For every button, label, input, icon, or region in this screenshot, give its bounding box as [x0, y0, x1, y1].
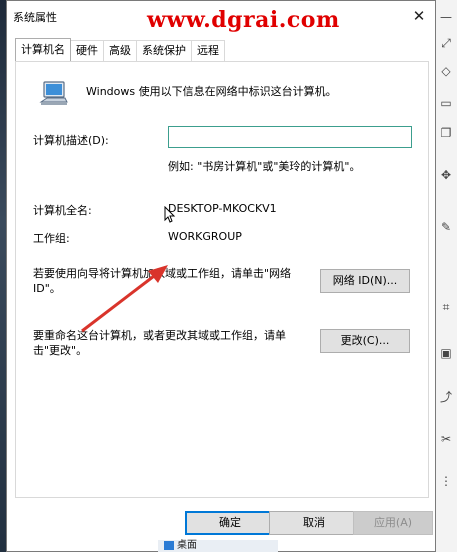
tab-hardware[interactable]: 硬件	[70, 40, 104, 61]
pin-icon[interactable]: ◇	[439, 64, 453, 78]
full-name-label: 计算机全名:	[33, 204, 92, 217]
crop-icon[interactable]: ⌗	[439, 300, 453, 314]
tab-advanced[interactable]: 高级	[103, 40, 137, 61]
window-title: 系统属性	[13, 11, 57, 24]
desktop-icon	[164, 541, 174, 550]
computer-name-panel: Windows 使用以下信息在网络中标识这台计算机。 计算机描述(D): 例如:…	[15, 61, 429, 498]
move-icon[interactable]: ✥	[439, 168, 453, 182]
full-name-value: DESKTOP-MKOCKV1	[168, 202, 277, 215]
minimize-icon[interactable]: —	[439, 10, 453, 24]
description-example: 例如: "书房计算机"或"美玲的计算机"。	[168, 160, 361, 173]
expand-icon[interactable]: ⤢	[439, 36, 453, 50]
lock-icon[interactable]: ▣	[439, 346, 453, 360]
workgroup-label: 工作组:	[33, 232, 70, 245]
network-id-button[interactable]: 网络 ID(N)...	[320, 269, 410, 293]
copy-icon[interactable]: ❐	[439, 126, 453, 140]
mouse-cursor-icon	[164, 206, 176, 223]
cancel-button[interactable]: 取消	[269, 511, 359, 535]
cut-icon[interactable]: ✂	[439, 432, 453, 446]
tab-system-protection[interactable]: 系统保护	[136, 40, 192, 61]
intro-text: Windows 使用以下信息在网络中标识这台计算机。	[86, 85, 337, 98]
more-icon[interactable]: ⋮	[439, 474, 453, 488]
workgroup-value: WORKGROUP	[168, 230, 242, 243]
taskbar-label: 桌面	[177, 540, 197, 551]
tab-remote[interactable]: 远程	[191, 40, 225, 61]
description-label: 计算机描述(D):	[33, 134, 109, 147]
computer-description-input[interactable]	[168, 126, 412, 148]
note-icon[interactable]: ▭	[439, 96, 453, 110]
tool-icon[interactable]: ✎	[439, 220, 453, 234]
share-icon[interactable]: ⤴	[439, 390, 453, 404]
right-toolbar: — ⤢ ◇ ▭ ❐ ✥ ✎ ⌗ ▣ ⤴ ✂ ⋮	[435, 0, 457, 552]
ok-button[interactable]: 确定	[185, 511, 275, 535]
close-icon[interactable]: ✕	[405, 3, 433, 29]
system-properties-dialog: 系统属性 ✕ 计算机名 硬件 高级 系统保护 远程 Windows 使用以下信息…	[6, 0, 436, 552]
watermark: www.dgrai.com	[147, 7, 340, 33]
annotation-arrow-icon	[81, 265, 168, 333]
change-button[interactable]: 更改(C)...	[320, 329, 410, 353]
tab-computer-name[interactable]: 计算机名	[15, 38, 71, 61]
taskbar-fragment: 桌面	[158, 540, 278, 552]
tab-strip: 计算机名 硬件 高级 系统保护 远程	[15, 38, 225, 61]
apply-button[interactable]: 应用(A)	[353, 511, 433, 535]
computer-icon	[39, 81, 68, 105]
